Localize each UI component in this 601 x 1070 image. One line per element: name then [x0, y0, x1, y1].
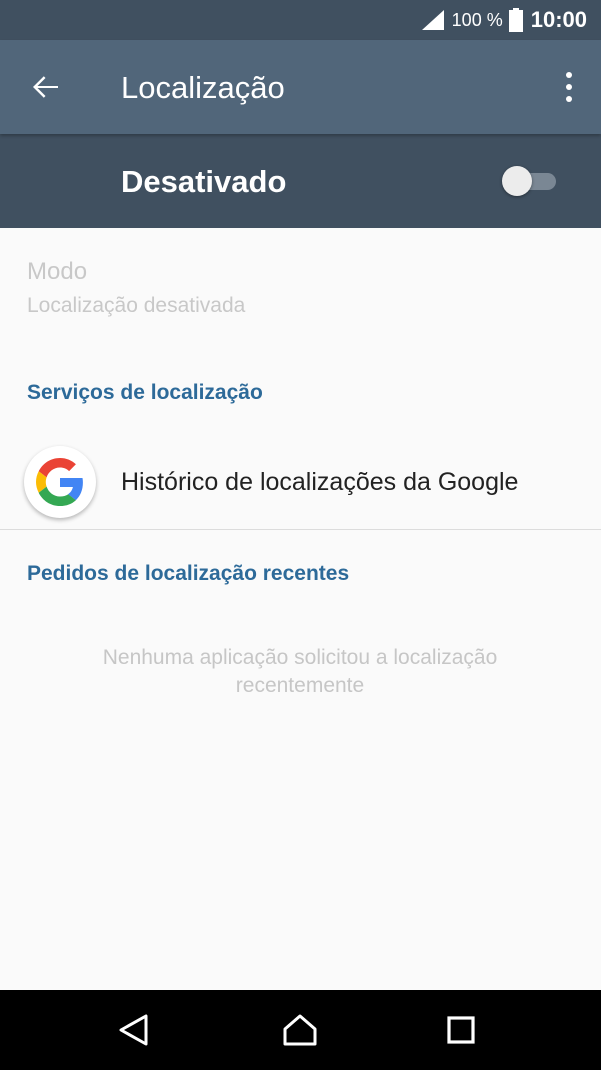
toolbar: Localização — [0, 40, 601, 134]
mode-summary: Localização desativada — [27, 294, 246, 317]
google-icon — [24, 446, 96, 518]
google-location-history-item[interactable]: Histórico de localizações da Google — [0, 436, 601, 529]
page-title: Localização — [121, 70, 285, 105]
toggle-thumb — [502, 166, 532, 196]
nav-recents-icon[interactable] — [443, 1012, 479, 1048]
google-location-history-label: Histórico de localizações da Google — [121, 468, 519, 496]
master-switch-label: Desativado — [121, 164, 287, 199]
clock: 10:00 — [530, 7, 587, 32]
master-switch-bar[interactable]: Desativado — [0, 134, 601, 228]
nav-back-icon[interactable] — [116, 1012, 152, 1048]
section-header-recent-requests: Pedidos de localização recentes — [27, 562, 350, 585]
location-toggle[interactable] — [502, 166, 556, 196]
location-settings-screen: 100 % 10:00 Localização Desativado Modo … — [0, 0, 601, 1070]
signal-icon — [421, 10, 444, 30]
battery-icon — [508, 8, 523, 32]
arrow-back-icon[interactable] — [28, 69, 64, 105]
status-bar: 100 % 10:00 — [0, 0, 601, 40]
mode-title: Modo — [27, 258, 88, 285]
more-vert-icon[interactable] — [557, 69, 581, 105]
status-indicators: 100 % 10:00 — [421, 0, 587, 40]
nav-home-icon[interactable] — [282, 1012, 318, 1048]
google-g-logo — [36, 458, 83, 506]
section-header-services: Serviços de localização — [27, 381, 263, 404]
empty-recent-requests-text: Nenhuma aplicação solicitou a localizaçã… — [102, 646, 498, 697]
battery-percent: 100 % — [451, 9, 503, 30]
navigation-bar — [0, 990, 601, 1070]
divider — [0, 529, 601, 530]
